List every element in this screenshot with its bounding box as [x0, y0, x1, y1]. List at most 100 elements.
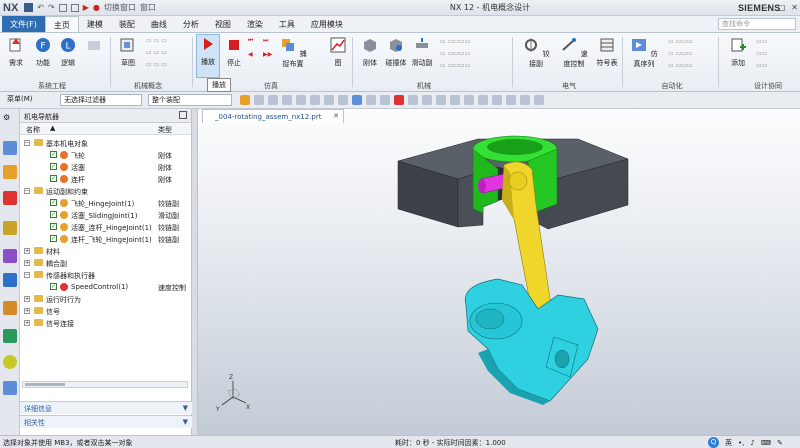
- microphone-icon[interactable]: ♪: [750, 439, 754, 447]
- step-back-icon[interactable]: ◀: [248, 51, 253, 58]
- step-forward-icon[interactable]: ⏭: [263, 37, 268, 45]
- tree-item-row[interactable]: ✓ 飞轮 刚体: [20, 149, 190, 161]
- undo-icon[interactable]: ↶: [37, 3, 44, 12]
- requirements-button[interactable]: 需求: [4, 36, 28, 68]
- fit-icon[interactable]: [282, 95, 292, 105]
- visibility-checkbox[interactable]: ✓: [50, 199, 57, 206]
- selection-scope-dropdown[interactable]: 整个装配: [148, 94, 232, 106]
- tab-application[interactable]: 应用模块: [303, 16, 351, 32]
- command-search-input[interactable]: 查找命令: [718, 18, 796, 30]
- snap-icon[interactable]: [254, 95, 264, 105]
- palette-icon[interactable]: [3, 329, 17, 343]
- camera-icon[interactable]: [520, 95, 530, 105]
- collapse-icon[interactable]: −: [24, 188, 30, 194]
- chart-button[interactable]: 图: [326, 36, 350, 68]
- collapse-icon[interactable]: −: [24, 272, 30, 278]
- layer-settings-icon[interactable]: [450, 95, 460, 105]
- tab-assembly[interactable]: 装配: [111, 16, 143, 32]
- symbol-table-button[interactable]: 符号表: [594, 36, 620, 68]
- function-button[interactable]: F 功能: [31, 36, 55, 68]
- tree-folder-row[interactable]: + 信号: [20, 305, 190, 317]
- punctuation-icon[interactable]: •,: [738, 439, 744, 447]
- visibility-checkbox[interactable]: ✓: [50, 283, 57, 290]
- tab-curve[interactable]: 曲线: [143, 16, 175, 32]
- collapse-icon[interactable]: −: [24, 140, 30, 146]
- navigator-horizontal-scrollbar[interactable]: [22, 381, 188, 388]
- capture-layout-button[interactable]: 捕捉布置: [278, 36, 308, 69]
- paste-icon[interactable]: [70, 3, 79, 12]
- rotate-icon[interactable]: [310, 95, 320, 105]
- play-quick-icon[interactable]: ▶: [83, 3, 89, 12]
- add-button[interactable]: 添加: [726, 36, 750, 68]
- minimize-button[interactable]: —: [764, 3, 772, 12]
- sliding-joint-button[interactable]: 滑动副: [410, 36, 434, 68]
- web-icon[interactable]: [3, 381, 17, 395]
- visibility-checkbox[interactable]: ✓: [50, 235, 57, 242]
- visibility-checkbox[interactable]: ✓: [50, 211, 57, 218]
- tab-analysis[interactable]: 分析: [175, 16, 207, 32]
- tree-folder-row[interactable]: − 基本机电对象: [20, 137, 190, 149]
- copy-icon[interactable]: [58, 3, 67, 12]
- details-panel-bar[interactable]: 详细信息 ▼: [20, 401, 192, 414]
- tree-folder-row[interactable]: + 信号连接: [20, 317, 190, 329]
- tree-folder-row[interactable]: − 传感器和执行器: [20, 269, 190, 281]
- expand-icon[interactable]: +: [24, 320, 30, 326]
- file-menu[interactable]: 文件(F): [2, 16, 45, 32]
- expand-icon[interactable]: +: [24, 248, 30, 254]
- tree-folder-row[interactable]: + 耦合副: [20, 257, 190, 269]
- hide-icon[interactable]: [464, 95, 474, 105]
- tree-item-row[interactable]: ✓ 连杆_飞轮_HingeJoint(1) 铰链副: [20, 233, 190, 245]
- tab-render[interactable]: 渲染: [239, 16, 271, 32]
- column-type[interactable]: 类型: [158, 125, 172, 135]
- tree-folder-row[interactable]: − 运动副和约束: [20, 185, 190, 197]
- tree-item-row[interactable]: ✓ 飞轮_HingeJoint(1) 铰链副: [20, 197, 190, 209]
- pan-icon[interactable]: [324, 95, 334, 105]
- tree-item-row[interactable]: ✓ 活塞_连杆_HingeJoint(1) 铰链副: [20, 221, 190, 233]
- tree-item-row[interactable]: ✓ 连杆 刚体: [20, 173, 190, 185]
- show-icon[interactable]: [478, 95, 488, 105]
- shaded-icon[interactable]: [352, 95, 362, 105]
- visibility-checkbox[interactable]: ✓: [50, 223, 57, 230]
- close-button[interactable]: ✕: [791, 3, 798, 12]
- expand-icon[interactable]: +: [24, 260, 30, 266]
- expand-icon[interactable]: +: [24, 296, 30, 302]
- selection-filter-dropdown[interactable]: 无选择过滤器: [60, 94, 142, 106]
- part-navigator-icon[interactable]: [3, 221, 17, 235]
- mechatronics-navigator-icon[interactable]: [3, 165, 17, 179]
- box-icon[interactable]: [338, 95, 348, 105]
- record-quick-icon[interactable]: ●: [93, 3, 100, 12]
- tab-modeling[interactable]: 建模: [79, 16, 111, 32]
- gear-icon[interactable]: ⚙: [3, 113, 17, 127]
- color-icon[interactable]: [394, 95, 404, 105]
- visibility-checkbox[interactable]: ✓: [50, 151, 57, 158]
- fast-forward-icon[interactable]: ▶▶: [263, 51, 272, 58]
- stop-button[interactable]: 停止: [222, 36, 246, 68]
- wcs-icon[interactable]: [436, 95, 446, 105]
- sketch-button[interactable]: 草图: [116, 36, 140, 68]
- tab-tools[interactable]: 工具: [271, 16, 303, 32]
- sequence-navigator-icon[interactable]: [3, 249, 17, 263]
- play-button[interactable]: 播放: [196, 34, 220, 78]
- measure-icon[interactable]: [422, 95, 432, 105]
- tray-settings-icon[interactable]: ✎: [777, 439, 783, 447]
- navigator-pin-icon[interactable]: [179, 111, 187, 119]
- redo-icon[interactable]: ↷: [48, 3, 55, 12]
- clock-icon[interactable]: [3, 355, 17, 369]
- options-icon[interactable]: [506, 95, 516, 105]
- hinge-joint-button[interactable]: 铰接副: [520, 36, 552, 69]
- tree-folder-row[interactable]: + 运行时行为: [20, 293, 190, 305]
- tab-view[interactable]: 视图: [207, 16, 239, 32]
- constraint-navigator-icon[interactable]: [3, 191, 17, 205]
- input-language[interactable]: 英: [725, 438, 732, 448]
- sim-sequence-button[interactable]: 仿真序列: [628, 36, 660, 69]
- layer-icon[interactable]: [380, 95, 390, 105]
- graphics-viewport[interactable]: _004-rotating_assem_nx12.prt ✕ Z X Y: [197, 109, 800, 435]
- menu-button[interactable]: 菜单(M): [4, 94, 50, 106]
- signal-navigator-icon[interactable]: [3, 301, 17, 315]
- point-icon[interactable]: [268, 95, 278, 105]
- rigid-body-button[interactable]: 刚体: [358, 36, 382, 68]
- more-system-icon[interactable]: [82, 36, 106, 58]
- switch-window-button[interactable]: 切换窗口: [104, 2, 136, 13]
- tree-item-row[interactable]: ✓ 活塞_SlidingJoint(1) 滑动副: [20, 209, 190, 221]
- save-icon[interactable]: [24, 3, 34, 12]
